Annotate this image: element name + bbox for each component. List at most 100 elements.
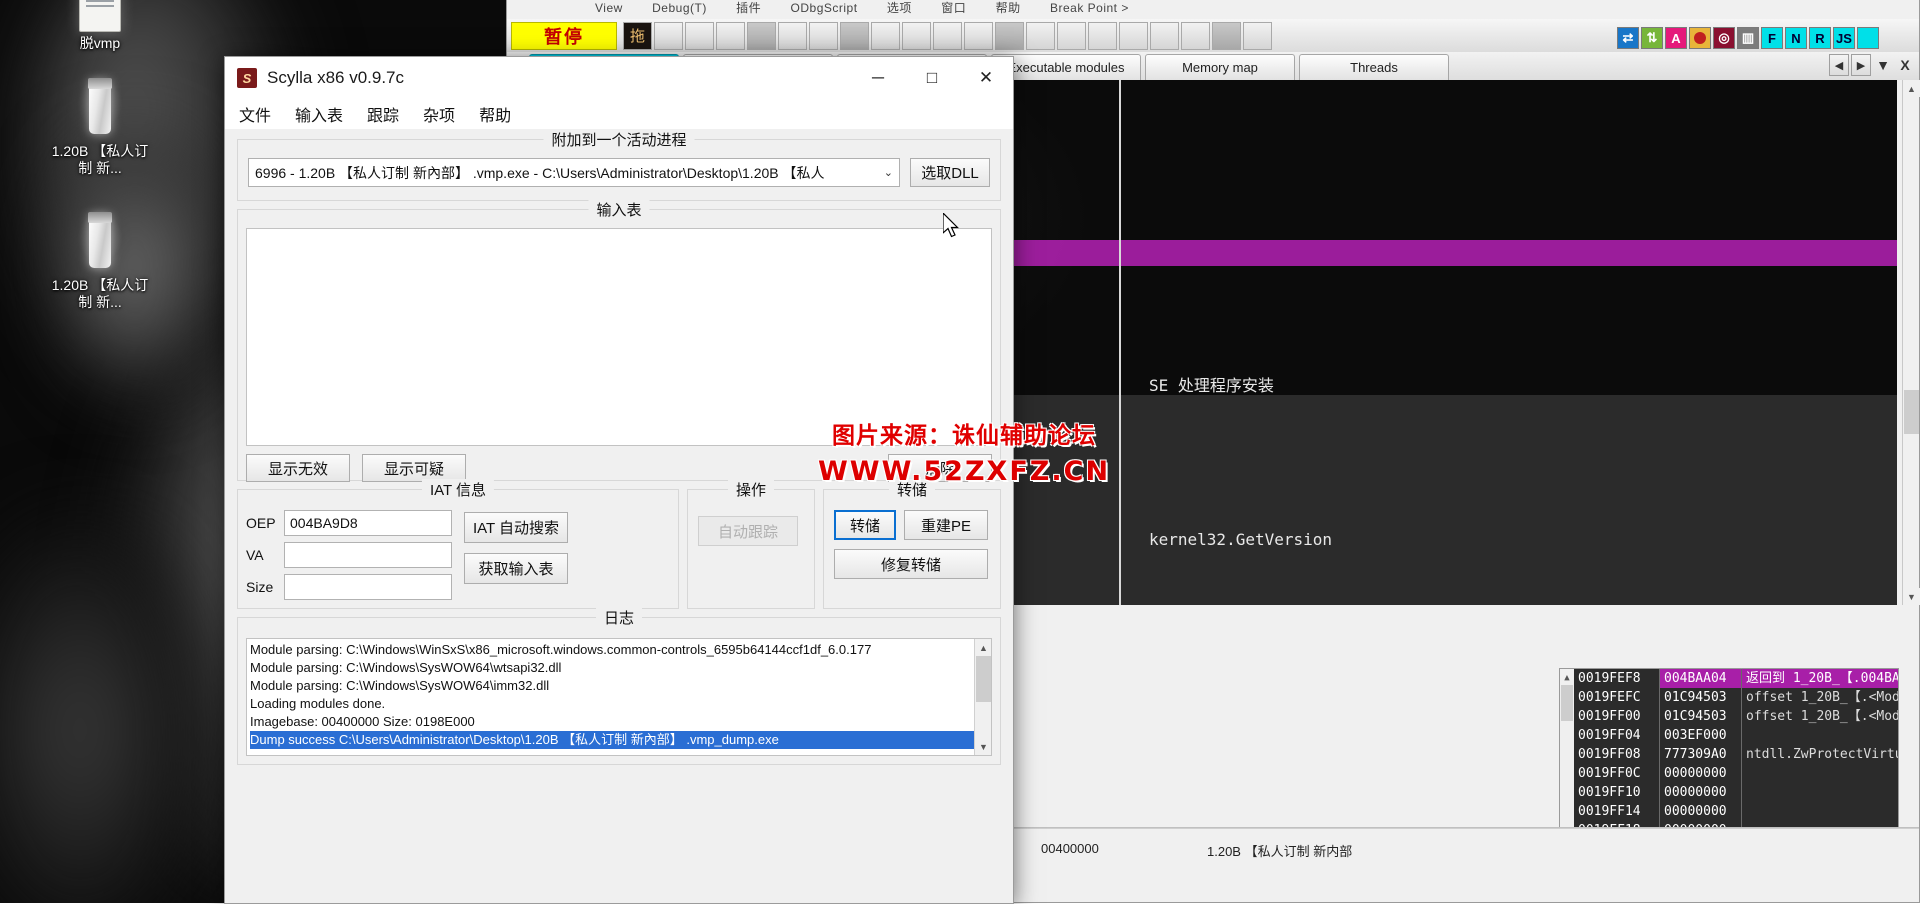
log-scrollbar[interactable]: ▲ ▼ [974, 639, 991, 755]
flag-f-icon[interactable]: F [1761, 27, 1783, 49]
log-line-selected[interactable]: Dump success C:\Users\Administrator\Desk… [250, 731, 974, 749]
stack-row[interactable]: 0019FF08 777309A0 ntdll.ZwProtectVirtual… [1574, 745, 1899, 764]
flag-n-icon[interactable]: N [1785, 27, 1807, 49]
debugger-menu-item[interactable]: 窗口 [941, 1, 966, 15]
minimize-icon[interactable]: ─ [851, 57, 905, 98]
stack-row[interactable]: 0019FF10 00000000 [1574, 783, 1899, 802]
pick-dll-button[interactable]: 选取DLL [910, 158, 990, 187]
attach-row: 6996 - 1.20B 【私人订制 新內部】 .vmp.exe - C:\Us… [248, 158, 990, 187]
toolbar-button[interactable] [1243, 22, 1272, 50]
toolbar-button[interactable] [1026, 22, 1055, 50]
stack-comment: offset 1_20B_【.<ModuleEntryPoi [1742, 688, 1899, 707]
log-box[interactable]: Module parsing: C:\Windows\WinSxS\x86_mi… [246, 638, 992, 756]
debugger-menu-item[interactable]: Debug(T) [652, 1, 707, 15]
flag-js-icon[interactable]: JS [1833, 27, 1855, 49]
toolbar-button[interactable] [840, 22, 869, 50]
toolbar-button[interactable] [716, 22, 745, 50]
iat-oep-input[interactable]: 004BA9D8 [284, 510, 452, 536]
process-select[interactable]: 6996 - 1.20B 【私人订制 新內部】 .vmp.exe - C:\Us… [248, 158, 900, 187]
dump-button[interactable]: 转储 [834, 510, 896, 540]
scroll-down-icon[interactable]: ▼ [1903, 588, 1920, 605]
toolbar-button[interactable] [1119, 22, 1148, 50]
debugger-menu-item[interactable]: ODbgScript [791, 1, 858, 15]
target-icon[interactable]: ◎ [1713, 27, 1735, 49]
disassembly-scrollbar[interactable]: ▲ ▼ [1902, 80, 1919, 605]
flag-r-icon[interactable]: R [1809, 27, 1831, 49]
tab-memory-map[interactable]: Memory map [1145, 54, 1295, 80]
menu-imports[interactable]: 输入表 [295, 102, 343, 126]
toolbar-button[interactable] [809, 22, 838, 50]
menu-misc[interactable]: 杂项 [423, 102, 455, 126]
toolbar-button[interactable] [778, 22, 807, 50]
show-suspect-button[interactable]: 显示可疑 [362, 454, 466, 482]
debugger-menu-item[interactable]: 插件 [736, 1, 761, 15]
desktop-icon-tuo-vmp[interactable]: 脱vmp [48, 0, 152, 52]
desktop-icon-app-2[interactable]: 1.20B 【私人订制 新... [48, 208, 152, 311]
scroll-down-icon[interactable]: ▼ [975, 738, 992, 755]
menu-help[interactable]: 帮助 [479, 102, 511, 126]
close-icon[interactable]: ✕ [959, 57, 1013, 98]
debugger-menubar[interactable]: View Debug(T) 插件 ODbgScript 选项 窗口 帮助 Bre… [507, 0, 1919, 21]
sync-icon[interactable]: ⇄ [1617, 27, 1639, 49]
stack-address: 0019FF10 [1574, 783, 1660, 802]
toolbar-button[interactable] [654, 22, 683, 50]
clear-button[interactable]: 清除 [888, 454, 992, 482]
toolbar-button[interactable] [902, 22, 931, 50]
toolbar-button[interactable] [747, 22, 776, 50]
pane-column-divider[interactable] [1119, 80, 1121, 605]
tab-scroll-left-icon[interactable]: ◀ [1829, 54, 1849, 76]
trash-icon[interactable]: ▥ [1737, 27, 1759, 49]
toolbar-button[interactable] [1088, 22, 1117, 50]
flag-blank-icon[interactable] [1857, 27, 1879, 49]
menu-trace[interactable]: 跟踪 [367, 102, 399, 126]
toolbar-button[interactable] [1150, 22, 1179, 50]
debugger-menu-item[interactable]: View [595, 1, 623, 15]
stack-row[interactable]: 0019FF04 003EF000 [1574, 726, 1899, 745]
toolbar-button[interactable] [1212, 22, 1241, 50]
toolbar-button[interactable] [964, 22, 993, 50]
get-imports-button[interactable]: 获取输入表 [464, 553, 568, 584]
scroll-up-icon[interactable]: ▲ [975, 639, 992, 656]
scroll-up-icon[interactable]: ▲ [1560, 669, 1574, 686]
stack-row[interactable]: 0019FF00 01C94503 offset 1_20B_【.<Module… [1574, 707, 1899, 726]
debugger-menu-item[interactable]: 选项 [887, 1, 912, 15]
toolbar-button[interactable] [871, 22, 900, 50]
scrollbar-thumb[interactable] [1561, 685, 1573, 721]
scrollbar-thumb[interactable] [976, 656, 991, 702]
show-invalid-button[interactable]: 显示无效 [246, 454, 350, 482]
tab-threads[interactable]: Threads [1299, 54, 1449, 80]
scylla-titlebar[interactable]: S Scylla x86 v0.9.7c ─ □ ✕ [225, 57, 1013, 99]
tab-scroll-right-icon[interactable]: ▶ [1851, 54, 1871, 76]
iat-size-input[interactable] [284, 574, 452, 600]
maximize-icon[interactable]: □ [905, 57, 959, 98]
pe-rebuild-button[interactable]: 重建PE [904, 510, 988, 540]
stack-row[interactable]: 0019FF14 00000000 [1574, 802, 1899, 821]
tab-close-icon[interactable]: X [1895, 54, 1915, 76]
fix-dump-button[interactable]: 修复转储 [834, 549, 988, 579]
stack-row[interactable]: 0019FEF8 004BAA04 返回到 1_20B_【.004BAA04 来… [1574, 669, 1899, 688]
imports-tree-list[interactable] [246, 228, 992, 446]
stack-row[interactable]: 0019FEFC 01C94503 offset 1_20B_【.<Module… [1574, 688, 1899, 707]
toolbar-button[interactable] [995, 22, 1024, 50]
record-icon[interactable] [1689, 27, 1711, 49]
menu-file[interactable]: 文件 [239, 102, 271, 126]
iat-field-size-row: Size [246, 574, 452, 600]
iat-autosearch-button[interactable]: IAT 自动搜索 [464, 512, 568, 543]
arrows-icon[interactable]: ⇅ [1641, 27, 1663, 49]
scroll-up-icon[interactable]: ▲ [1903, 80, 1920, 97]
toolbar-button[interactable] [1057, 22, 1086, 50]
toolbar-button[interactable] [1181, 22, 1210, 50]
chevron-down-icon[interactable]: ⌄ [884, 166, 893, 179]
scrollbar-thumb[interactable] [1904, 390, 1919, 434]
debugger-menu-item[interactable]: Break Point > [1050, 1, 1129, 15]
debugger-menu-item[interactable]: 帮助 [996, 1, 1021, 15]
toolbar-button[interactable] [933, 22, 962, 50]
auto-trace-button: 自动跟踪 [698, 516, 798, 546]
iat-va-input[interactable] [284, 542, 452, 568]
desktop-icon-app-1[interactable]: 1.20B 【私人订制 新... [48, 74, 152, 177]
stack-row[interactable]: 0019FF0C 00000000 [1574, 764, 1899, 783]
drag-tool-button[interactable]: 拖 [623, 22, 652, 50]
letter-a-icon[interactable]: A [1665, 27, 1687, 49]
tab-list-chevron-down-icon[interactable]: ▼ [1873, 54, 1893, 76]
toolbar-button[interactable] [685, 22, 714, 50]
